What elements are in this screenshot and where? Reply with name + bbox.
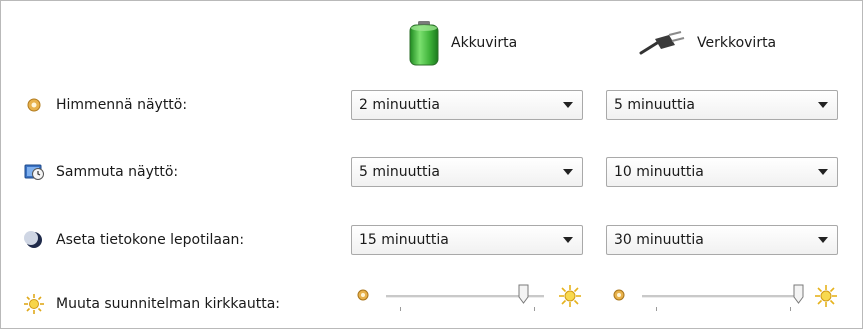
brightness-label: Muuta suunnitelman kirkkautta: bbox=[56, 296, 280, 312]
plugged-in-column-label: Verkkovirta bbox=[697, 35, 777, 51]
slider-thumb[interactable] bbox=[518, 284, 529, 304]
display-off-row-label: Sammuta näyttö: bbox=[23, 157, 178, 187]
brightness-battery-slider[interactable] bbox=[353, 280, 585, 314]
dim-display-plugged-select[interactable]: 5 minuuttia bbox=[606, 90, 838, 120]
brightness-high-icon bbox=[558, 284, 582, 308]
slider-tick bbox=[790, 307, 791, 311]
sleep-label: Aseta tietokone lepotilaan: bbox=[56, 232, 245, 248]
selected-value: 2 minuuttia bbox=[359, 97, 440, 113]
plugged-in-column-header: Verkkovirta bbox=[639, 19, 776, 67]
display-off-plugged-select[interactable]: 10 minuuttia bbox=[606, 157, 838, 187]
brightness-high-icon bbox=[814, 284, 838, 308]
display-off-icon bbox=[23, 161, 45, 183]
selected-value: 10 minuuttia bbox=[614, 164, 704, 180]
slider-tick bbox=[400, 307, 401, 311]
chevron-down-icon bbox=[563, 237, 573, 243]
chevron-down-icon bbox=[818, 102, 828, 108]
power-plug-icon bbox=[639, 31, 687, 55]
slider-track bbox=[642, 295, 800, 298]
sleep-plugged-select[interactable]: 30 minuuttia bbox=[606, 225, 838, 255]
display-off-battery-select[interactable]: 5 minuuttia bbox=[351, 157, 583, 187]
sleep-battery-select[interactable]: 15 minuuttia bbox=[351, 225, 583, 255]
chevron-down-icon bbox=[818, 169, 828, 175]
power-plan-settings-panel: Akkuvirta Verkkovirta Himmennä näyttö: 2… bbox=[0, 0, 863, 329]
slider-tick bbox=[534, 307, 535, 311]
brightness-low-icon bbox=[353, 285, 373, 305]
dim-display-label: Himmennä näyttö: bbox=[56, 97, 188, 113]
chevron-down-icon bbox=[563, 169, 573, 175]
dim-display-row-label: Himmennä näyttö: bbox=[23, 90, 187, 120]
sleep-row-label: Aseta tietokone lepotilaan: bbox=[23, 225, 244, 255]
brightness-plugged-slider[interactable] bbox=[609, 280, 841, 314]
brightness-row-label: Muuta suunnitelman kirkkautta: bbox=[23, 289, 280, 319]
selected-value: 5 minuuttia bbox=[359, 164, 440, 180]
battery-column-header: Akkuvirta bbox=[407, 19, 517, 67]
selected-value: 30 minuuttia bbox=[614, 232, 704, 248]
selected-value: 5 minuuttia bbox=[614, 97, 695, 113]
brightness-low-icon bbox=[609, 285, 629, 305]
brightness-sun-icon bbox=[23, 293, 45, 315]
slider-thumb[interactable] bbox=[793, 284, 804, 304]
chevron-down-icon bbox=[563, 102, 573, 108]
sleep-moon-icon bbox=[23, 229, 45, 251]
battery-icon bbox=[407, 20, 441, 66]
slider-tick bbox=[656, 307, 657, 311]
display-off-label: Sammuta näyttö: bbox=[56, 164, 179, 180]
selected-value: 15 minuuttia bbox=[359, 232, 449, 248]
battery-column-label: Akkuvirta bbox=[451, 35, 518, 51]
dim-display-battery-select[interactable]: 2 minuuttia bbox=[351, 90, 583, 120]
dim-display-icon bbox=[23, 94, 45, 116]
chevron-down-icon bbox=[818, 237, 828, 243]
